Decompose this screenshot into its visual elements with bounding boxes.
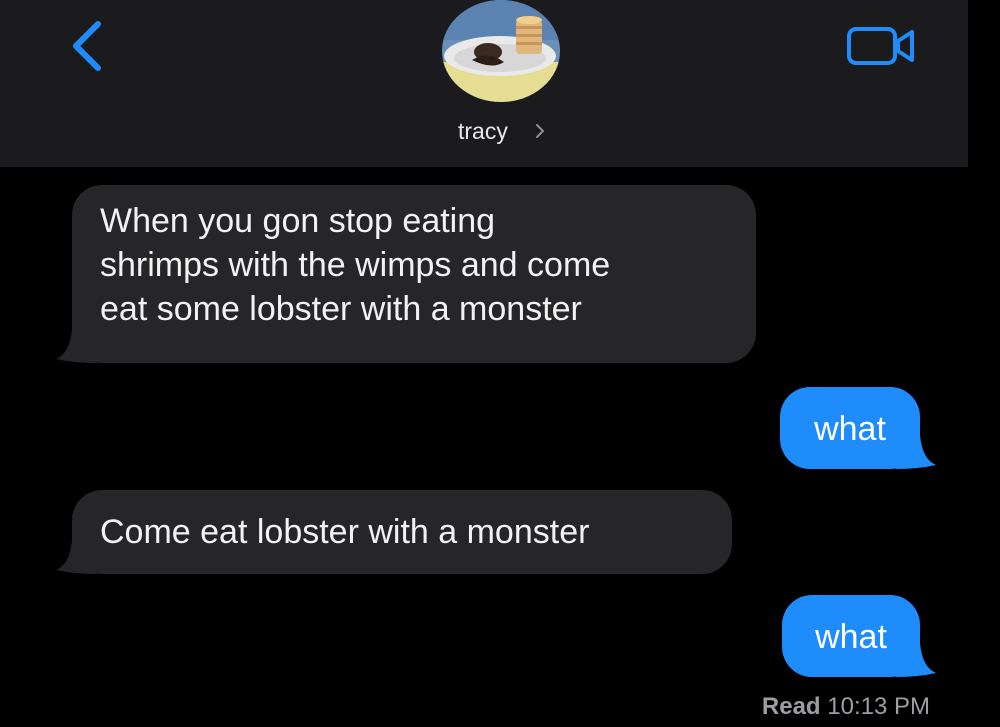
- chevron-right-icon: [534, 117, 546, 152]
- message-text: Come eat lobster with a monster: [100, 513, 590, 551]
- incoming-message-bubble[interactable]: Come eat lobster with a monster: [56, 490, 732, 574]
- facetime-video-button[interactable]: [846, 26, 916, 66]
- back-button[interactable]: [62, 18, 112, 74]
- contact-photo: [442, 0, 560, 102]
- contact-name-label: tracy: [458, 118, 508, 144]
- bubble-tail: [56, 540, 96, 574]
- outgoing-message-bubble[interactable]: what: [782, 595, 936, 677]
- contact-name[interactable]: tracy: [440, 116, 570, 146]
- message-text: what: [815, 618, 887, 656]
- read-receipt: Read 10:13 PM: [762, 692, 930, 722]
- read-time: 10:13 PM: [827, 693, 930, 720]
- contact-avatar[interactable]: [442, 0, 560, 102]
- chevron-left-icon: [73, 21, 101, 71]
- message-text: When you gon stop eating shrimps with th…: [100, 202, 611, 328]
- incoming-message-bubble[interactable]: When you gon stop eating shrimps with th…: [56, 185, 756, 363]
- video-camera-icon: [847, 27, 914, 65]
- message-text: what: [814, 410, 886, 448]
- read-label: Read: [761, 693, 821, 720]
- conversation-header: tracy: [0, 0, 968, 167]
- bubble-tail: [56, 329, 96, 363]
- outgoing-message-bubble[interactable]: what: [780, 387, 936, 469]
